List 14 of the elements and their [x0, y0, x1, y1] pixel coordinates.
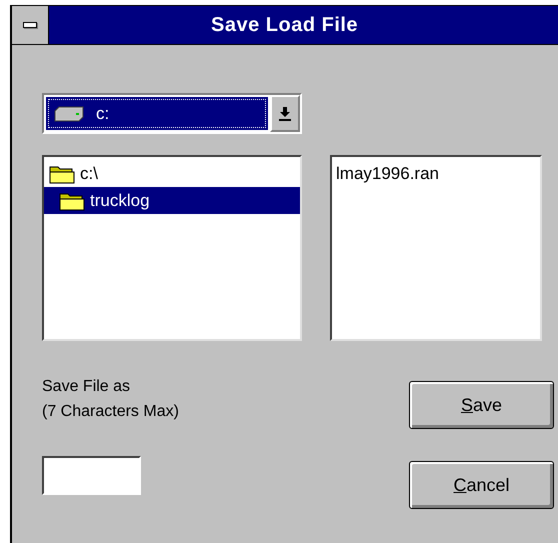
dropdown-button[interactable] [270, 95, 300, 132]
drive-icon [54, 106, 84, 122]
save-as-label: Save File as [42, 377, 132, 397]
directory-item[interactable]: c:\ [44, 160, 300, 187]
cancel-button[interactable]: Cancel [409, 461, 554, 509]
window-title: Save Load File [211, 14, 358, 36]
save-as-hint: (7 Characters Max) [42, 402, 179, 422]
file-item[interactable]: lmay1996.ran [332, 160, 540, 187]
filename-input[interactable] [42, 456, 141, 495]
drive-dropdown[interactable]: c: [42, 93, 302, 134]
directory-item[interactable]: trucklog [44, 187, 300, 214]
down-arrow-icon [279, 106, 291, 120]
save-button[interactable]: Save [409, 381, 554, 429]
drive-label: c: [96, 104, 110, 124]
